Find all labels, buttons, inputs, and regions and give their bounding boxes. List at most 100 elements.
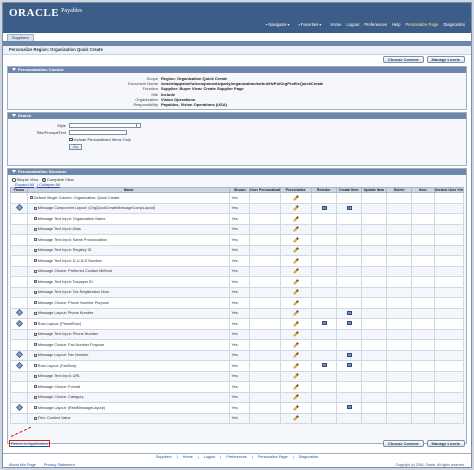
focus-cell <box>10 223 28 236</box>
style-select[interactable] <box>69 123 141 129</box>
focus-icon[interactable] <box>15 403 23 411</box>
reorder-icon[interactable] <box>321 321 327 326</box>
footer-link[interactable]: Preferences <box>226 455 246 459</box>
focus-icon[interactable] <box>15 351 23 359</box>
pencil-icon[interactable] <box>293 258 300 264</box>
pencil-icon[interactable] <box>293 268 300 275</box>
create-item-cell <box>335 192 362 204</box>
pencil-icon[interactable] <box>293 237 300 243</box>
update-item-cell <box>360 265 388 278</box>
pencil-icon[interactable] <box>293 321 300 327</box>
delete-cell <box>386 412 413 425</box>
pencil-icon[interactable] <box>293 300 300 306</box>
privacy-link[interactable]: Privacy Statement <box>44 463 75 467</box>
pencil-icon[interactable] <box>293 226 300 233</box>
reorder-cell <box>310 234 337 246</box>
logout-link[interactable]: Logout <box>347 22 360 27</box>
title-prompt-input[interactable] <box>69 130 127 136</box>
pencil-icon[interactable] <box>293 331 300 338</box>
pencil-icon[interactable] <box>293 216 300 222</box>
include-personalized-label: Include Personalized Items Only <box>73 137 131 143</box>
item-name: Message Component Layout: (OrgQuickCreat… <box>37 206 156 211</box>
reorder-icon[interactable] <box>321 205 327 210</box>
footer-link[interactable]: Diagnostics <box>299 455 319 459</box>
context-header[interactable]: Personalization Context <box>8 67 466 73</box>
focus-icon[interactable] <box>15 309 23 317</box>
pencil-icon[interactable] <box>293 394 300 401</box>
help-link[interactable]: Help <box>392 22 401 27</box>
item-name: Message Text Input: Organization Name <box>37 216 106 221</box>
collapse-all-link[interactable]: Collapse All <box>39 182 60 187</box>
create-item-icon[interactable] <box>346 405 352 410</box>
personalize-cell <box>279 297 312 309</box>
create-item-cell <box>335 255 362 267</box>
focus-icon[interactable] <box>15 204 23 212</box>
title-row: Title/Prompt/Text <box>8 129 466 136</box>
include-personalized-checkbox[interactable] <box>69 137 73 142</box>
footer-link[interactable]: Logout <box>204 455 216 459</box>
create-item-icon[interactable] <box>346 205 352 210</box>
reorder-cell <box>310 318 337 330</box>
expand-all-link[interactable]: Expand All <box>15 182 34 187</box>
diagnostics-link[interactable]: Diagnostics <box>443 22 465 27</box>
item-cell <box>411 349 435 362</box>
favorites-menu[interactable]: ▪ Favorites ▾ <box>298 22 321 27</box>
update-item-cell <box>360 297 388 309</box>
item-name: Message Choice: Format <box>37 384 81 389</box>
pencil-icon[interactable] <box>293 247 300 254</box>
preferences-link[interactable]: Preferences <box>364 22 387 27</box>
focus-icon[interactable] <box>15 361 23 369</box>
structure-header[interactable]: Personalization Structure <box>8 169 466 176</box>
return-to-application-link[interactable]: Return to Application <box>9 440 50 447</box>
create-item-cell <box>335 349 362 362</box>
delete-cell <box>386 244 413 257</box>
pencil-icon[interactable] <box>293 405 300 411</box>
separator: | <box>176 455 178 459</box>
focus-icon[interactable] <box>15 319 23 327</box>
pencil-icon[interactable] <box>293 363 300 369</box>
search-header[interactable]: Search <box>8 113 466 120</box>
pencil-icon[interactable] <box>293 289 300 296</box>
user-personalizable-cell <box>249 328 281 341</box>
pencil-icon[interactable] <box>293 384 300 390</box>
create-item-cell <box>335 381 362 393</box>
create-item-icon[interactable] <box>346 310 352 315</box>
reorder-icon[interactable] <box>321 363 327 368</box>
footer-link[interactable]: Personalize Page <box>258 455 288 459</box>
create-item-icon[interactable] <box>346 321 352 326</box>
tab-suppliers[interactable]: Suppliers <box>7 34 34 41</box>
manage-levels-button[interactable]: Manage Levels <box>426 56 465 63</box>
focus-cell <box>10 391 28 404</box>
pencil-icon[interactable] <box>293 205 300 212</box>
choose-context-button[interactable]: Choose Context <box>382 56 424 63</box>
personalize-page-link[interactable]: Personalize Page <box>406 22 439 27</box>
pencil-icon[interactable] <box>293 352 300 359</box>
pencil-icon[interactable] <box>293 195 300 201</box>
shown-cell: Yes <box>229 318 251 330</box>
pencil-icon[interactable] <box>293 279 300 285</box>
node-icon <box>33 332 37 336</box>
pencil-icon[interactable] <box>293 342 300 348</box>
create-item-icon[interactable] <box>346 352 352 357</box>
choose-context-button[interactable]: Choose Context <box>382 440 424 447</box>
pencil-icon[interactable] <box>293 415 300 422</box>
create-item-icon[interactable] <box>346 363 352 368</box>
pencil-icon[interactable] <box>293 373 300 380</box>
reorder-cell <box>310 370 337 383</box>
pencil-icon[interactable] <box>293 310 300 317</box>
reorder-cell <box>310 265 337 278</box>
context-details: Scope Region: Organization Quick Create Do… <box>8 73 466 110</box>
go-button[interactable]: Go <box>69 143 83 150</box>
separator: | <box>197 455 199 459</box>
manage-levels-button[interactable]: Manage Levels <box>426 440 465 447</box>
footer-link[interactable]: Home <box>183 455 193 459</box>
update-item-cell <box>360 349 388 362</box>
about-page-link[interactable]: About this Page <box>9 463 36 467</box>
home-link[interactable]: Home <box>330 22 341 27</box>
navigator-menu[interactable]: ▪ Navigator ▾ <box>266 22 290 27</box>
item-cell <box>411 192 435 204</box>
separator: | <box>220 455 222 459</box>
update-item-cell <box>360 255 388 267</box>
user-personalizable-cell <box>249 234 281 246</box>
footer-link[interactable]: Suppliers <box>156 455 172 459</box>
